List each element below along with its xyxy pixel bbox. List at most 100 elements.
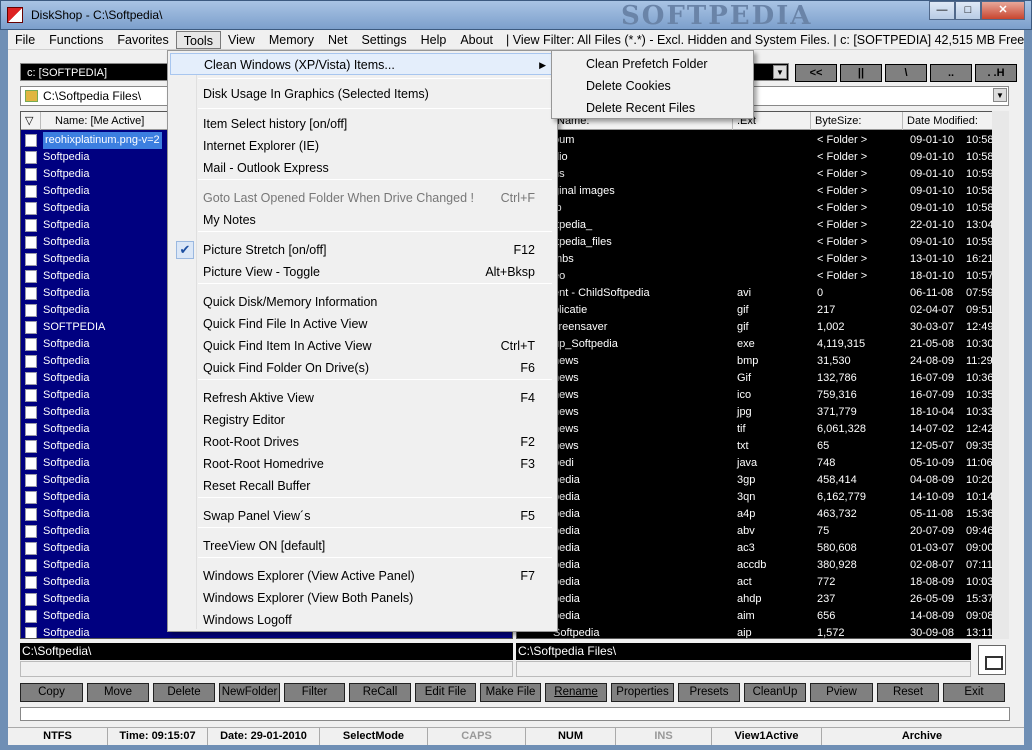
table-row[interactable]: dio < Folder >09-01-10 10:58 [517,149,1008,166]
menu-item-refresh-aktive-view[interactable]: Refresh Aktive View F4 [170,387,555,409]
menu-item-picture-view-toggle[interactable]: Picture View - Toggle Alt+Bksp [170,261,555,283]
menu-item-registry-editor[interactable]: Registry Editor [170,409,555,431]
table-row[interactable]: news bmp 31,530 24-08-09 11:29 [517,353,1008,370]
menu-item-clean-windows-xp-vista-items[interactable]: Clean Windows (XP/Vista) Items... ▶ [170,53,555,75]
rename-button[interactable]: Rename [545,683,607,702]
maximize-button[interactable]: □ [955,1,981,20]
copy-button[interactable]: Copy [20,683,83,702]
menu-item-root-root-drives[interactable]: Root-Root Drives F2 [170,431,555,453]
menu-item-quick-find-file-in-active-view[interactable]: Quick Find File In Active View [170,313,555,335]
menu-item-quick-find-folder-on-drive-s[interactable]: Quick Find Folder On Drive(s) F6 [170,357,555,379]
right-vertical-scrollbar[interactable] [992,111,1009,639]
table-row[interactable]: up_Softpedia exe 4,119,315 21-05-08 10:30 [517,336,1008,353]
menu-item-disk-usage-in-graphics-selected-items[interactable]: Disk Usage In Graphics (Selected Items) [170,83,555,105]
sort-icon[interactable]: ▽ [21,112,41,130]
exit-button[interactable]: Exit [943,683,1005,702]
table-row[interactable]: ftpedia_files < Folder > 09-01-10 10:59 [517,234,1008,251]
menu-item-root-root-homedrive[interactable]: Root-Root Homedrive F3 [170,453,555,475]
table-row[interactable]: pedia act 772 18-08-09 10:03 [517,574,1008,591]
menu-item-swap-panel-view-s[interactable]: Swap Panel View´s F5 [170,505,555,527]
table-row[interactable]: pedia accdb 380,928 02-08-07 07:11 [517,557,1008,574]
table-row[interactable]: oum < Folder >09-01-10 10:58 [517,132,1008,149]
menu-item-picture-stretch-on-off[interactable]: ✔ Picture Stretch [on/off] F12 [170,239,555,261]
filter-button[interactable]: Filter [284,683,345,702]
table-row[interactable]: pedia ac3 580,608 01-03-07 09:00 [517,540,1008,557]
nav-pause-button[interactable]: || [840,64,882,82]
table-row[interactable]: news ico 759,316 16-07-09 10:35 [517,387,1008,404]
menu-item-clean-prefetch[interactable]: Clean Prefetch Folder [554,53,751,75]
make-file-button[interactable]: Make File [480,683,541,702]
menu-file[interactable]: File [8,31,42,49]
table-row[interactable]: mbs < Folder >13-01-10 16:21 [517,251,1008,268]
table-row[interactable]: ftpedia_ < Folder > 22-01-10 13:04 [517,217,1008,234]
delete-button[interactable]: Delete [153,683,215,702]
table-row[interactable]: lp< Folder >09-01-1010:58 [517,200,1008,217]
table-row[interactable]: pedia 3qn 6,162,779 14-10-09 10:14 [517,489,1008,506]
menu-help[interactable]: Help [414,31,454,49]
table-row[interactable]: creensaver gif 1,002 30-03-07 12:49 [517,319,1008,336]
menu-item-item-select-history-on-off[interactable]: Item Select history [on/off] [170,113,555,135]
menu-item-delete-recent[interactable]: Delete Recent Files [554,97,751,119]
menu-view[interactable]: View [221,31,262,49]
menu-memory[interactable]: Memory [262,31,321,49]
table-row[interactable]: pedia aim 656 14-08-09 09:08 [517,608,1008,625]
menu-item-delete-cookies[interactable]: Delete Cookies [554,75,751,97]
table-row[interactable]: pedi java 748 05-10-09 11:06 [517,455,1008,472]
move-button[interactable]: Move [87,683,149,702]
file-time: 07:11 [966,559,993,571]
table-row[interactable]: Softpedia aip 1,572 30-09-08 13:11 [517,625,1008,638]
right-col-size[interactable]: ByteSize: [811,112,903,130]
menu-settings[interactable]: Settings [354,31,413,49]
menu-item-quick-disk-memory-information[interactable]: Quick Disk/Memory Information [170,291,555,313]
menu-item-reset-recall-buffer[interactable]: Reset Recall Buffer [170,475,555,497]
right-horizontal-scrollbar[interactable] [516,661,971,677]
menu-item-windows-explorer-view-active-panel[interactable]: Windows Explorer (View Active Panel) F7 [170,565,555,587]
menu-item-mail-outlook-express[interactable]: Mail - Outlook Express [170,157,555,179]
menu-item-my-notes[interactable]: My Notes [170,209,555,231]
menu-item-quick-find-item-in-active-view[interactable]: Quick Find Item In Active View Ctrl+T [170,335,555,357]
nav-back-button[interactable]: << [795,64,837,82]
nav-root-button[interactable]: \ [885,64,927,82]
table-row[interactable]: news Gif 132,786 16-07-09 10:36 [517,370,1008,387]
nav-up-button[interactable]: .. [930,64,972,82]
table-row[interactable]: ginal images < Folder > 09-01-10 10:58 [517,183,1008,200]
chevron-down-icon[interactable]: ▼ [773,65,787,79]
table-row[interactable]: pedia abv 75 20-07-09 09:46 [517,523,1008,540]
table-row[interactable]: pedia ahdp 237 26-05-09 15:37 [517,591,1008,608]
new-folder-button[interactable]: NewFolder [219,683,280,702]
menu-about[interactable]: About [453,31,500,49]
right-file-panel[interactable]: Name: .Ext ByteSize: Date Modified: oum <… [516,111,1009,639]
menu-item-windows-explorer-view-both-panels[interactable]: Windows Explorer (View Both Panels) [170,587,555,609]
table-row[interactable]: plicatie gif 217 02-04-07 09:51 [517,302,1008,319]
pview-button[interactable]: Pview [810,683,873,702]
nav-home-button[interactable]: . .H [975,64,1017,82]
menu-item-windows-logoff[interactable]: Windows Logoff [170,609,555,631]
right-col-date[interactable]: Date Modified: [903,112,995,130]
cleanup-button[interactable]: CleanUp [744,683,806,702]
table-row[interactable]: pedia 3gp 458,414 04-08-09 10:20 [517,472,1008,489]
menu-net[interactable]: Net [321,31,354,49]
menu-item-internet-explorer-ie[interactable]: Internet Explorer (IE) [170,135,555,157]
presets-button[interactable]: Presets [678,683,740,702]
recall-button[interactable]: ReCall [349,683,411,702]
menu-tools[interactable]: Tools [175,30,221,49]
table-row[interactable]: pedia a4p 463,732 05-11-08 15:36 [517,506,1008,523]
table-row[interactable]: news txt 65 12-05-07 09:35 [517,438,1008,455]
close-button[interactable]: ✕ [981,1,1025,20]
menu-favorites[interactable]: Favorites [110,31,175,49]
menu-item-treeview-on-default[interactable]: TreeView ON [default] [170,535,555,557]
minimize-button[interactable]: — [929,1,955,20]
properties-button[interactable]: Properties [611,683,674,702]
table-row[interactable]: news tif 6,061,328 14-07-02 12:42 [517,421,1008,438]
menu-item-goto-last-opened-folder-when-drive-changed[interactable]: Goto Last Opened Folder When Drive Chang… [170,187,555,209]
table-row[interactable]: news jpg 371,779 18-10-04 10:33 [517,404,1008,421]
table-row[interactable]: eo < Folder >18-01-10 10:57 [517,268,1008,285]
edit-file-button[interactable]: Edit File [415,683,476,702]
menu-functions[interactable]: Functions [42,31,110,49]
left-horizontal-scrollbar[interactable] [20,661,513,677]
chevron-down-icon[interactable]: ▼ [993,88,1007,102]
table-row[interactable]: ent - ChildSoftpedia avi 0 06-11-08 07:59 [517,285,1008,302]
table-row[interactable]: ns < Folder >09-01-10 10:59 [517,166,1008,183]
disk-icon[interactable] [978,645,1006,675]
reset-button[interactable]: Reset [877,683,939,702]
